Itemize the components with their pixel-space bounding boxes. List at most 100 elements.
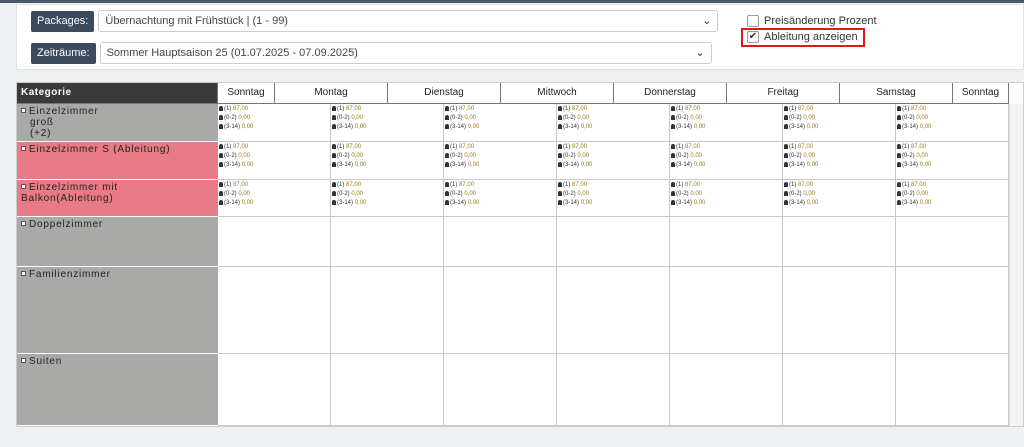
day-header: Sonntag (218, 83, 275, 104)
price-cell[interactable]: (1) 87,00 (0-2) 0,00 (3-14) 0,00 (218, 104, 331, 142)
price-line: (3-14) 0,00 (331, 160, 443, 169)
price-cell[interactable] (896, 267, 1009, 354)
occupancy-label: (0-2) (902, 153, 915, 159)
price-value: 0,00 (806, 162, 819, 168)
checkbox-square-icon[interactable] (21, 358, 26, 363)
occupancy-label: (3-14) (563, 162, 580, 168)
price-cell[interactable] (896, 217, 1009, 267)
occupancy-label: (1) (450, 182, 458, 188)
occupancy-label: (1) (450, 106, 458, 112)
occupancy-label: (1) (224, 106, 232, 112)
person-icon (219, 182, 223, 187)
price-cell[interactable] (896, 354, 1009, 426)
price-cell[interactable] (218, 217, 331, 267)
price-cell[interactable] (783, 217, 896, 267)
periods-row: Zeiträume: Sommer Hauptsaison 25 (01.07.… (31, 42, 712, 64)
occupancy-label: (0-2) (789, 153, 802, 159)
price-cell[interactable]: (1) 87,00 (0-2) 0,00 (3-14) 0,00 (670, 104, 783, 142)
price-value: 87,00 (346, 106, 362, 112)
category-name-line: Suiten (21, 356, 214, 367)
price-cell[interactable]: (1) 87,00 (0-2) 0,00 (3-14) 0,00 (444, 142, 557, 180)
price-value: 0,00 (806, 200, 819, 206)
occupancy-label: (1) (563, 106, 571, 112)
category-name-line: groß (21, 117, 214, 128)
category-row-label[interactable]: Familienzimmer (17, 267, 218, 354)
price-cell[interactable]: (1) 87,00 (0-2) 0,00 (3-14) 0,00 (783, 142, 896, 180)
person-icon (445, 115, 449, 120)
price-value: 0,00 (238, 153, 251, 159)
category-row-label[interactable]: Einzelzimmer mit Balkon(Ableitung) (17, 180, 218, 217)
price-change-option[interactable]: Preisänderung Prozent (747, 15, 877, 27)
checkbox-square-icon[interactable] (21, 221, 26, 226)
price-cell[interactable] (557, 217, 670, 267)
price-cell[interactable]: (1) 87,00 (0-2) 0,00 (3-14) 0,00 (557, 180, 670, 217)
price-cell[interactable] (444, 267, 557, 354)
price-cell[interactable] (331, 267, 444, 354)
vertical-scrollbar[interactable] (1009, 104, 1023, 426)
occupancy-label: (1) (224, 182, 232, 188)
occupancy-label: (0-2) (224, 153, 237, 159)
price-cell[interactable] (218, 354, 331, 426)
price-value: 0,00 (693, 124, 706, 130)
price-value: 87,00 (572, 182, 588, 188)
checkbox-square-icon[interactable] (21, 108, 26, 113)
price-value: 87,00 (911, 106, 927, 112)
day-header: Samstag (840, 83, 953, 104)
price-cell[interactable] (670, 217, 783, 267)
category-row-label[interactable]: Suiten (17, 354, 218, 426)
price-cell[interactable]: (1) 87,00 (0-2) 0,00 (3-14) 0,00 (783, 180, 896, 217)
price-cell[interactable] (331, 354, 444, 426)
category-row-label[interactable]: Doppelzimmer (17, 217, 218, 267)
checkbox-square-icon[interactable] (21, 146, 26, 151)
price-cell[interactable] (331, 217, 444, 267)
price-line: (3-14) 0,00 (783, 160, 895, 169)
price-cell[interactable]: (1) 87,00 (0-2) 0,00 (3-14) 0,00 (218, 180, 331, 217)
category-row-label[interactable]: Einzelzimmer S (Ableitung) (17, 142, 218, 180)
price-cell[interactable]: (1) 87,00 (0-2) 0,00 (3-14) 0,00 (218, 142, 331, 180)
category-row-label[interactable]: Einzelzimmer groß (+2) (17, 104, 218, 142)
price-cell[interactable]: (1) 87,00 (0-2) 0,00 (3-14) 0,00 (896, 180, 1009, 217)
price-cell[interactable]: (1) 87,00 (0-2) 0,00 (3-14) 0,00 (331, 142, 444, 180)
price-cell[interactable]: (1) 87,00 (0-2) 0,00 (3-14) 0,00 (557, 142, 670, 180)
price-value: 0,00 (577, 115, 590, 121)
price-cell[interactable] (783, 354, 896, 426)
price-cell[interactable] (670, 267, 783, 354)
category-name-line: (+2) (21, 128, 214, 139)
checkbox-square-icon[interactable] (21, 271, 26, 276)
price-cell[interactable]: (1) 87,00 (0-2) 0,00 (3-14) 0,00 (670, 142, 783, 180)
price-cell[interactable] (557, 354, 670, 426)
checkbox-square-icon[interactable] (21, 184, 26, 189)
price-cell[interactable] (444, 354, 557, 426)
person-icon (784, 200, 788, 205)
price-cell[interactable] (670, 354, 783, 426)
category-name: groß (30, 117, 54, 128)
price-line: (0-2) 0,00 (557, 151, 669, 160)
price-cell[interactable]: (1) 87,00 (0-2) 0,00 (3-14) 0,00 (557, 104, 670, 142)
person-icon (784, 144, 788, 149)
price-cell[interactable]: (1) 87,00 (0-2) 0,00 (3-14) 0,00 (444, 180, 557, 217)
person-icon (219, 144, 223, 149)
occupancy-label: (3-14) (450, 124, 467, 130)
price-line: (1) 87,00 (218, 104, 330, 113)
packages-select[interactable]: Übernachtung mit Frühstück | (1 - 99) ⌄ (98, 10, 719, 32)
price-cell[interactable]: (1) 87,00 (0-2) 0,00 (3-14) 0,00 (444, 104, 557, 142)
price-cell[interactable] (783, 267, 896, 354)
price-cell[interactable] (444, 217, 557, 267)
person-icon (219, 191, 223, 196)
price-cell[interactable]: (1) 87,00 (0-2) 0,00 (3-14) 0,00 (896, 142, 1009, 180)
person-icon (784, 124, 788, 129)
price-change-checkbox[interactable] (747, 15, 759, 27)
price-cell[interactable]: (1) 87,00 (0-2) 0,00 (3-14) 0,00 (670, 180, 783, 217)
price-cell[interactable] (218, 267, 331, 354)
price-cell[interactable]: (1) 87,00 (0-2) 0,00 (3-14) 0,00 (331, 104, 444, 142)
price-line: (1) 87,00 (444, 142, 556, 151)
person-icon (897, 153, 901, 158)
price-value: 0,00 (693, 200, 706, 206)
price-cell[interactable]: (1) 87,00 (0-2) 0,00 (3-14) 0,00 (783, 104, 896, 142)
price-cell[interactable] (557, 267, 670, 354)
price-cell[interactable]: (1) 87,00 (0-2) 0,00 (3-14) 0,00 (896, 104, 1009, 142)
price-cell[interactable]: (1) 87,00 (0-2) 0,00 (3-14) 0,00 (331, 180, 444, 217)
occupancy-label: (1) (676, 182, 684, 188)
packages-select-value: Übernachtung mit Frühstück | (1 - 99) (105, 15, 288, 27)
periods-select[interactable]: Sommer Hauptsaison 25 (01.07.2025 - 07.0… (99, 42, 712, 64)
